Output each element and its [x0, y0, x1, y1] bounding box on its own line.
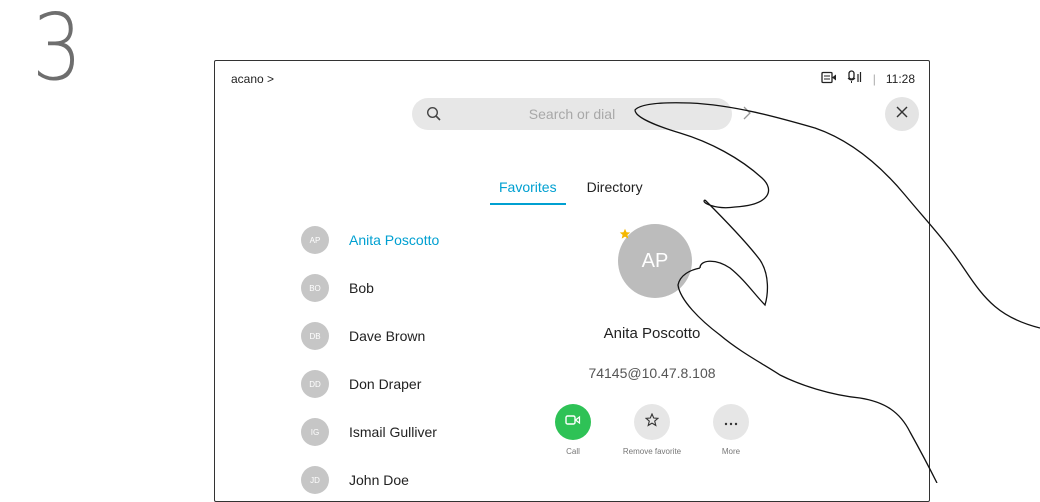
- avatar: AP: [301, 226, 329, 254]
- call-action[interactable]: Call: [543, 404, 603, 457]
- remove-favorite-label: Remove favorite: [622, 447, 682, 456]
- status-bar: | 11:28: [821, 70, 915, 87]
- detail-name: Anita Poscotto: [603, 325, 701, 342]
- more-label: More: [721, 447, 741, 456]
- star-outline-icon: [644, 412, 660, 432]
- video-camera-icon: [565, 413, 581, 431]
- camera-status-icon[interactable]: [821, 71, 837, 87]
- ellipsis-icon: [724, 413, 738, 431]
- remove-favorite-action[interactable]: Remove favorite: [622, 404, 682, 457]
- contact-name: Ismail Gulliver: [349, 424, 437, 440]
- favorite-star-icon: [619, 227, 631, 245]
- status-separator: |: [872, 71, 876, 86]
- list-item[interactable]: BO Bob: [301, 264, 439, 312]
- list-item[interactable]: IG Ismail Gulliver: [301, 408, 439, 456]
- detail-address: 74145@10.47.8.108: [588, 365, 716, 381]
- avatar: IG: [301, 418, 329, 446]
- close-icon: [896, 105, 908, 123]
- chevron-right-icon[interactable]: [742, 106, 752, 125]
- more-action[interactable]: More: [701, 404, 761, 457]
- contact-name: John Doe: [349, 472, 409, 488]
- contact-name: Anita Poscotto: [349, 232, 440, 248]
- microphone-status-icon[interactable]: [847, 70, 863, 87]
- call-button[interactable]: [555, 404, 591, 440]
- breadcrumb[interactable]: acano >: [231, 72, 274, 86]
- contact-list: AP Anita Poscotto BO Bob DB Dave Brown D…: [301, 216, 439, 501]
- tab-favorites[interactable]: Favorites: [490, 179, 566, 205]
- search-field[interactable]: Search or dial: [412, 98, 732, 130]
- remove-favorite-button[interactable]: [634, 404, 670, 440]
- device-screen: acano > | 11:28 Search or dial Favorites…: [214, 60, 930, 502]
- more-button[interactable]: [713, 404, 749, 440]
- search-placeholder: Search or dial: [528, 106, 616, 122]
- list-item[interactable]: AP Anita Poscotto: [301, 216, 439, 264]
- contact-name: Bob: [349, 280, 374, 296]
- avatar: BO: [301, 274, 329, 302]
- clock: 11:28: [885, 71, 915, 86]
- avatar: JD: [301, 466, 329, 494]
- close-button[interactable]: [885, 97, 919, 131]
- tab-bar: Favorites Directory: [490, 179, 652, 205]
- tab-directory[interactable]: Directory: [578, 179, 652, 205]
- step-number: 3: [32, 0, 83, 101]
- list-item[interactable]: JD John Doe: [301, 456, 439, 501]
- call-label: Call: [566, 447, 580, 456]
